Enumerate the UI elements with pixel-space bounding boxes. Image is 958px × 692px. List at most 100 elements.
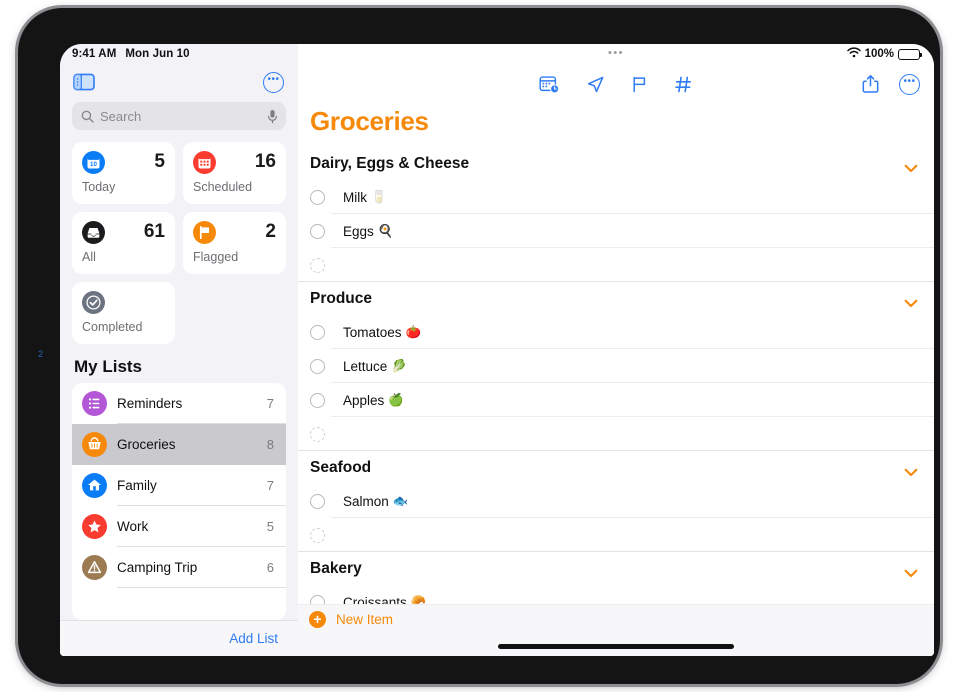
reminder-item[interactable]: Apples 🍏 xyxy=(298,383,934,417)
smart-list-count: 2 xyxy=(265,221,276,242)
smart-list-flagged[interactable]: 2 Flagged xyxy=(183,212,286,274)
status-bar-right: ••• 100% xyxy=(298,44,934,64)
reminder-text: Milk xyxy=(343,189,367,205)
smart-list-today[interactable]: 10 5 Today xyxy=(72,142,175,204)
tag-hash-icon[interactable] xyxy=(674,75,693,94)
reminder-item-placeholder[interactable] xyxy=(298,248,934,282)
today-calendar-icon: 10 xyxy=(82,150,105,174)
sidebar-item-label: Reminders xyxy=(117,396,183,411)
reminder-item-placeholder[interactable] xyxy=(298,417,934,451)
status-date: Mon Jun 10 xyxy=(125,48,190,60)
sidebar-item-family[interactable]: Family 7 xyxy=(72,465,286,506)
complete-circle-icon[interactable] xyxy=(310,223,325,239)
row-divider xyxy=(117,587,286,588)
sidebar-item-count: 6 xyxy=(266,560,274,575)
chevron-down-icon[interactable] xyxy=(904,565,918,577)
toolbar-right-group: ••• xyxy=(862,73,920,95)
reminder-item[interactable]: Eggs 🍳 xyxy=(298,214,934,248)
reminder-emoji: 🥬 xyxy=(391,358,407,373)
flag-icon xyxy=(193,220,216,244)
chevron-down-icon[interactable] xyxy=(904,295,918,307)
reminder-item[interactable]: Milk 🥛 xyxy=(298,180,934,214)
sidebar-item-work[interactable]: Work 5 xyxy=(72,506,286,547)
reminder-item[interactable]: Salmon 🐟 xyxy=(298,484,934,518)
more-options-icon[interactable]: ••• xyxy=(263,71,284,93)
section-title: Produce xyxy=(310,290,373,307)
sidebar-item-label: Work xyxy=(117,519,149,534)
status-time: 9:41 AM xyxy=(72,48,117,60)
chevron-down-icon[interactable] xyxy=(904,160,918,172)
svg-text:10: 10 xyxy=(90,161,97,168)
triangle-tent-icon xyxy=(82,555,107,580)
bezel-annotation-marker: 2 xyxy=(37,349,43,359)
smart-list-label: Scheduled xyxy=(193,180,253,194)
complete-circle-icon[interactable] xyxy=(310,527,325,543)
section-title: Bakery xyxy=(310,560,362,577)
calendar-clock-icon[interactable] xyxy=(539,75,560,94)
search-placeholder-text: Search xyxy=(100,108,142,124)
complete-circle-icon[interactable] xyxy=(310,426,325,442)
search-icon xyxy=(81,110,94,123)
sidebar: 9:41 AM Mon Jun 10 ••• Search 10 5 Today… xyxy=(60,44,298,656)
more-options-icon[interactable]: ••• xyxy=(899,73,920,95)
flag-icon[interactable] xyxy=(631,75,648,94)
reminder-text: Eggs xyxy=(343,223,374,239)
smart-list-scheduled[interactable]: 16 Scheduled xyxy=(183,142,286,204)
sidebar-item-label: Groceries xyxy=(117,437,176,452)
section-header[interactable]: Bakery xyxy=(298,552,934,585)
toolbar-center-group xyxy=(298,75,934,94)
new-item-label: New Item xyxy=(336,612,394,627)
section-title: Seafood xyxy=(310,459,372,476)
sidebar-item-camping-trip[interactable]: Camping Trip 6 xyxy=(72,547,286,588)
complete-circle-icon[interactable] xyxy=(310,189,325,205)
my-lists-container: Reminders 7 Groceries 8 Family 7 Work 5 … xyxy=(72,383,286,620)
sidebar-toggle-icon[interactable] xyxy=(73,73,95,91)
section-header[interactable]: Dairy, Eggs & Cheese xyxy=(298,147,934,180)
reminder-emoji: 🍅 xyxy=(405,324,422,339)
complete-circle-icon[interactable] xyxy=(310,324,325,340)
share-icon[interactable] xyxy=(862,74,879,94)
section-header[interactable]: Seafood xyxy=(298,451,934,484)
complete-circle-icon[interactable] xyxy=(310,358,325,374)
search-input[interactable]: Search xyxy=(72,102,286,130)
smart-list-label: Completed xyxy=(82,320,143,334)
bullet-list-icon xyxy=(82,391,107,416)
location-arrow-icon[interactable] xyxy=(586,75,605,94)
page-title: Groceries xyxy=(310,106,429,136)
complete-circle-icon[interactable] xyxy=(310,392,325,408)
smart-list-all[interactable]: 61 All xyxy=(72,212,175,274)
reminder-text: Tomatoes xyxy=(343,324,402,340)
new-item-button[interactable]: + New Item xyxy=(298,604,934,634)
add-list-button[interactable]: Add List xyxy=(229,631,278,646)
complete-circle-icon[interactable] xyxy=(310,257,325,273)
reminder-emoji: 🐟 xyxy=(392,493,409,508)
reminders-scroll-area[interactable]: Dairy, Eggs & Cheese Milk 🥛 Eggs 🍳 Produ… xyxy=(298,137,934,656)
sidebar-item-groceries[interactable]: Groceries 8 xyxy=(72,424,286,465)
reminder-emoji: 🍏 xyxy=(388,392,404,407)
ipad-screen: 9:41 AM Mon Jun 10 ••• Search 10 5 Today… xyxy=(60,44,934,656)
reminder-emoji: 🍳 xyxy=(377,223,394,238)
reminder-item-placeholder[interactable] xyxy=(298,518,934,552)
window-handle-dots[interactable]: ••• xyxy=(298,48,934,59)
content-toolbar: ••• xyxy=(298,64,934,104)
reminder-item[interactable]: Tomatoes 🍅 xyxy=(298,315,934,349)
smart-list-count: 61 xyxy=(143,221,165,242)
smart-list-completed[interactable]: Completed xyxy=(72,282,175,344)
main-content: ••• 100% ••• Groceries Dairy, Eggs & Che… xyxy=(298,44,934,656)
reminder-text: Apples xyxy=(343,392,385,408)
smart-list-label: All xyxy=(82,250,96,264)
chevron-down-icon[interactable] xyxy=(904,464,918,476)
smart-list-count: 5 xyxy=(154,151,165,172)
all-inbox-icon xyxy=(82,220,105,244)
home-indicator[interactable] xyxy=(498,644,734,649)
sidebar-item-reminders[interactable]: Reminders 7 xyxy=(72,383,286,424)
smart-lists-grid: 10 5 Today 16 Scheduled 61 All 2 Flagged… xyxy=(60,130,298,344)
reminder-item[interactable]: Lettuce 🥬 xyxy=(298,349,934,383)
complete-circle-icon[interactable] xyxy=(310,493,325,509)
ipad-device-frame: 2 9:41 AM Mon Jun 10 ••• Search 10 5 Tod… xyxy=(18,8,940,684)
microphone-icon[interactable] xyxy=(267,109,278,124)
sidebar-item-count: 5 xyxy=(266,519,274,534)
sidebar-item-count: 7 xyxy=(266,478,274,493)
checkmark-icon xyxy=(82,290,105,314)
section-header[interactable]: Produce xyxy=(298,282,934,315)
